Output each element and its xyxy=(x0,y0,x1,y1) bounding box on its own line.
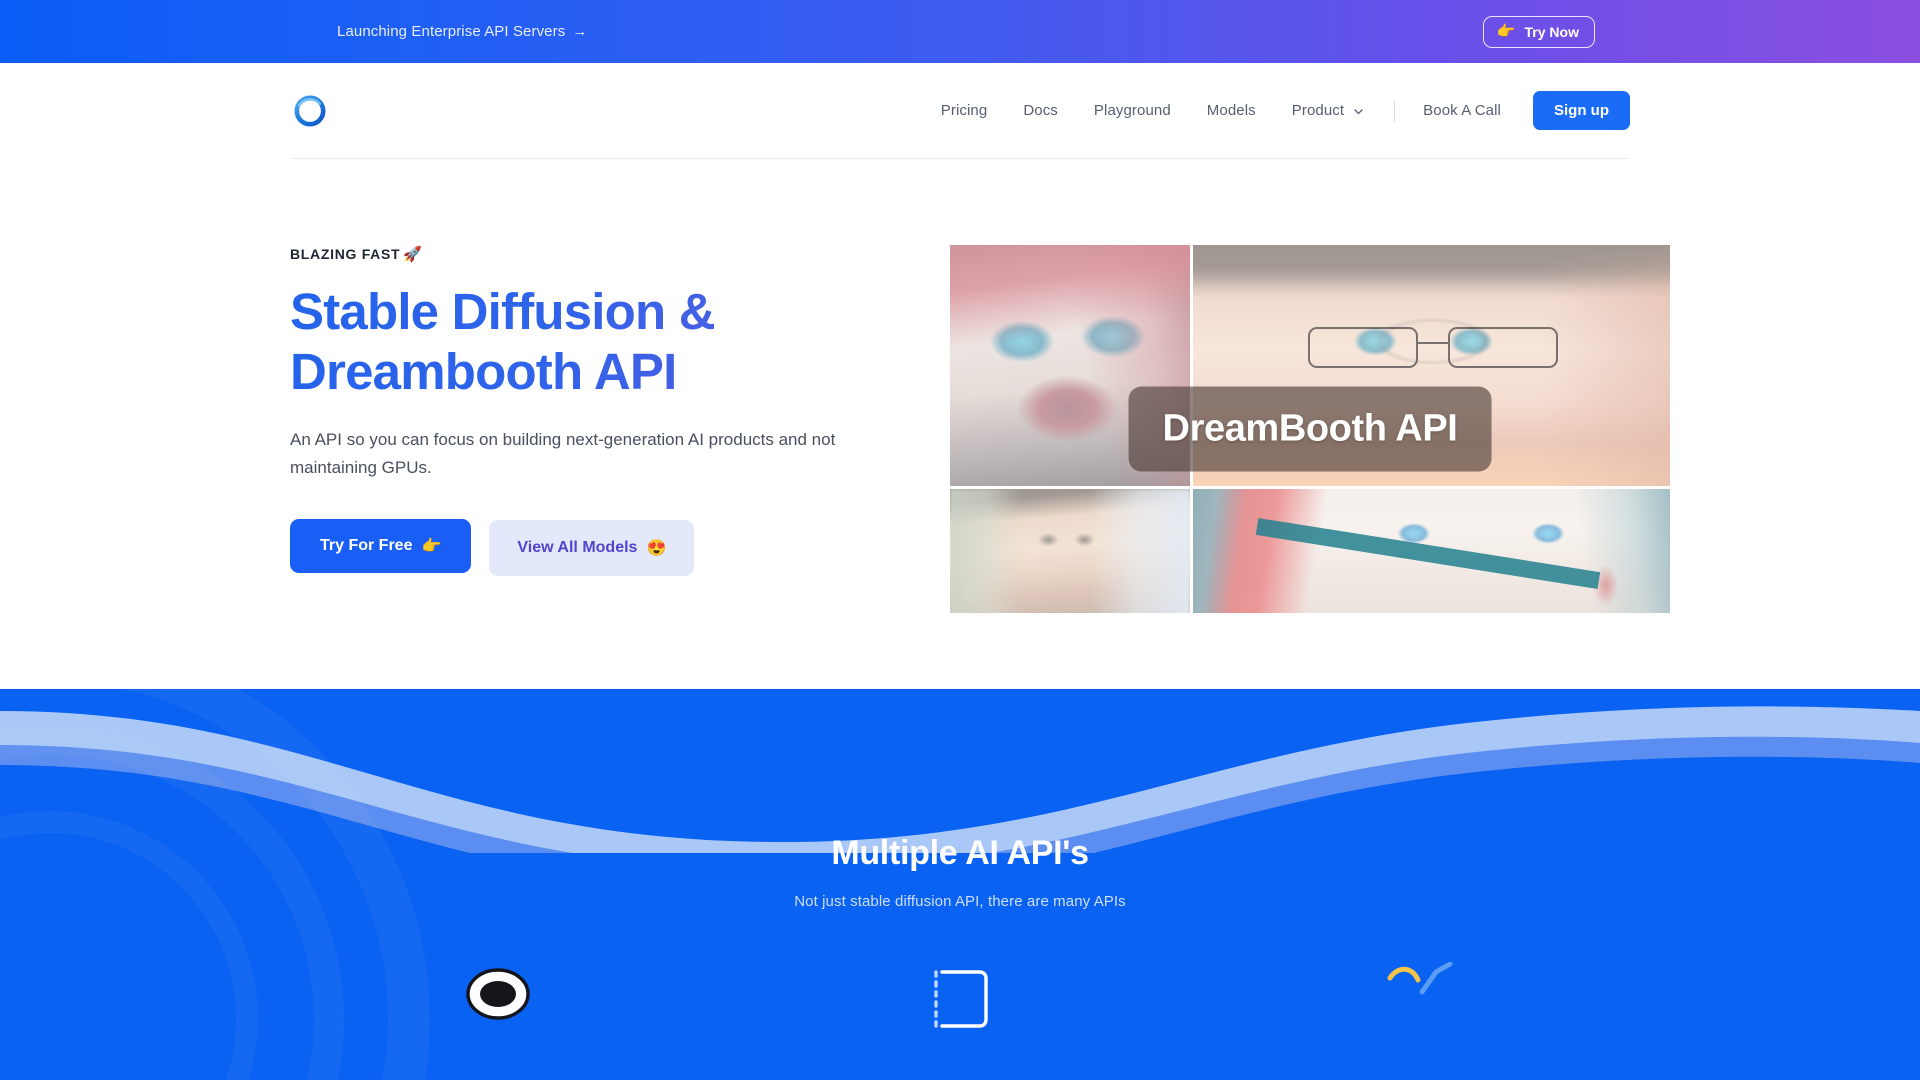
pointing-hand-icon: 👉 xyxy=(1496,23,1516,40)
nav-item-models[interactable]: Models xyxy=(1207,102,1256,119)
nav-links: Pricing Docs Playground Models Product xyxy=(941,102,1364,119)
navbar: Pricing Docs Playground Models Product B… xyxy=(0,63,1920,159)
signup-button[interactable]: Sign up xyxy=(1533,91,1630,130)
nav-item-product[interactable]: Product xyxy=(1292,102,1364,119)
hero-media: DreamBooth API xyxy=(910,245,1670,613)
nav-right: Book A Call Sign up xyxy=(1423,91,1630,130)
image-frame-glyph xyxy=(934,970,988,1028)
nav-item-book-a-call[interactable]: Book A Call xyxy=(1423,102,1501,119)
api-icon-row xyxy=(0,961,1920,1034)
ring-logo-icon xyxy=(294,95,326,126)
try-now-label: Try Now xyxy=(1524,23,1579,40)
section-title: Multiple AI API's xyxy=(831,834,1089,872)
glasses-icon xyxy=(1308,326,1558,368)
announcement-banner: Launching Enterprise API Servers → 👉 Try … xyxy=(0,0,1920,63)
collage-label: DreamBooth API xyxy=(1128,386,1492,472)
hero-cta-group: Try For Free 👉 View All Models 😍 xyxy=(290,519,910,577)
nav-item-product-label: Product xyxy=(1291,102,1345,119)
announcement-message: Launching Enterprise API Servers xyxy=(337,23,566,40)
try-now-button[interactable]: 👉 Try Now xyxy=(1482,15,1595,48)
try-for-free-label: Try For Free xyxy=(320,537,413,555)
view-all-models-label: View All Models xyxy=(517,539,638,557)
rocket-icon: 🚀 xyxy=(403,246,423,263)
try-for-free-button[interactable]: Try For Free 👉 xyxy=(290,519,472,574)
hero-copy: BLAZING FAST 🚀 Stable Diffusion & Dreambo… xyxy=(290,245,910,613)
multiple-ai-apis-section: Multiple AI API's Not just stable diffus… xyxy=(0,689,1920,1080)
hero-eyebrow: BLAZING FAST 🚀 xyxy=(290,245,910,263)
section-subtitle: Not just stable diffusion API, there are… xyxy=(794,893,1126,910)
nav-item-docs[interactable]: Docs xyxy=(1023,102,1058,119)
nav-item-playground[interactable]: Playground xyxy=(1094,102,1171,119)
nav-divider xyxy=(1394,99,1396,122)
hero-title-line-2: Dreambooth API xyxy=(290,342,677,400)
arrow-right-icon: → xyxy=(572,23,588,40)
blue-section-copy: Multiple AI API's Not just stable diffus… xyxy=(0,689,1920,910)
ring-logo[interactable] xyxy=(290,91,330,131)
nav-item-pricing[interactable]: Pricing xyxy=(941,102,988,119)
speech-bubble-glyph xyxy=(466,968,530,1020)
hero-subtitle: An API so you can focus on building next… xyxy=(290,430,836,477)
announcement-link[interactable]: Launching Enterprise API Servers → xyxy=(337,23,587,40)
image-frame-icon[interactable] xyxy=(924,962,996,1034)
face-paint-stripe xyxy=(1256,517,1601,589)
chevron-down-icon xyxy=(1354,109,1363,115)
hero-section: BLAZING FAST 🚀 Stable Diffusion & Dreambo… xyxy=(290,159,1670,613)
hero-title-line-1: Stable Diffusion & xyxy=(290,283,715,340)
heart-eyes-icon: 😍 xyxy=(646,540,667,558)
voice-wave-icon[interactable] xyxy=(1384,961,1456,1034)
voice-wave-glyph xyxy=(1387,961,1453,995)
pointing-hand-icon: 👉 xyxy=(421,538,442,556)
collage-tile-4 xyxy=(1193,489,1670,613)
collage-tile-3 xyxy=(950,489,1190,613)
dreambooth-collage[interactable]: DreamBooth API xyxy=(950,245,1670,613)
view-all-models-button[interactable]: View All Models 😍 xyxy=(489,520,695,577)
hero-eyebrow-label: BLAZING FAST xyxy=(290,246,401,262)
page-title: Stable Diffusion & Dreambooth API xyxy=(290,282,910,401)
speech-bubble-icon[interactable] xyxy=(464,962,536,1034)
